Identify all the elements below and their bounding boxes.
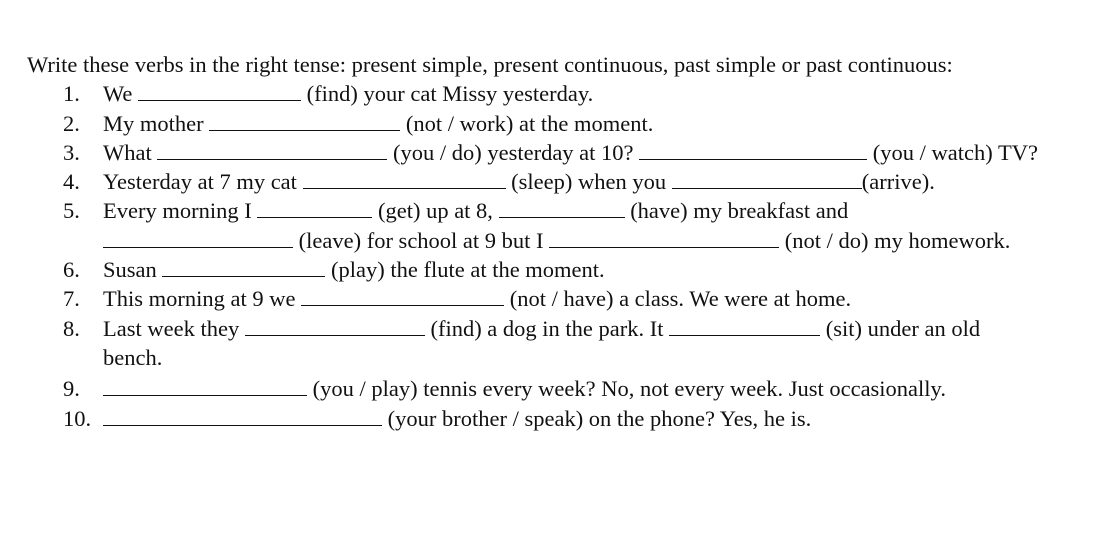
item-text: (have) my breakfast and: [630, 198, 849, 224]
answer-blank[interactable]: [157, 141, 388, 160]
list-item: 5. Every morning I (get) up at 8, (have)…: [27, 196, 1043, 255]
list-item: 6. Susan (play) the flute at the moment.: [27, 255, 1043, 284]
item-text: (you / do) yesterday at 10?: [392, 139, 634, 165]
answer-blank[interactable]: [209, 112, 401, 131]
item-text: We: [103, 81, 133, 107]
item-text: (play) the flute at the moment.: [331, 257, 605, 283]
list-item: 9. (you / play) tennis every week? No, n…: [27, 374, 1043, 403]
answer-blank[interactable]: [669, 317, 821, 336]
list-item: 10. (your brother / speak) on the phone?…: [27, 404, 1043, 433]
item-text: Susan: [103, 257, 157, 283]
answer-blank[interactable]: [103, 229, 293, 248]
answer-blank[interactable]: [549, 229, 780, 248]
answer-blank[interactable]: [257, 199, 373, 219]
answer-blank[interactable]: [244, 317, 425, 336]
item-number: 3.: [63, 139, 80, 165]
item-text: (find) your cat Missy yesterday.: [306, 81, 594, 107]
item-text: (you / watch) TV?: [872, 139, 1038, 165]
answer-blank[interactable]: [302, 170, 506, 190]
item-text: What: [103, 139, 152, 165]
list-item: 7. This morning at 9 we (not / have) a c…: [27, 284, 1043, 313]
item-number: 5.: [63, 198, 80, 224]
item-number: 1.: [63, 81, 80, 107]
list-item: 8. Last week they (find) a dog in the pa…: [27, 314, 1043, 373]
item-text: (you / play) tennis every week? No, not …: [312, 376, 946, 402]
item-text: (sleep) when you: [511, 169, 667, 195]
answer-blank[interactable]: [671, 170, 862, 190]
item-text: This morning at 9 we: [103, 286, 296, 312]
item-text: Yesterday at 7 my cat: [103, 169, 297, 195]
item-number: 2.: [63, 110, 80, 136]
item-text: Every morning I: [103, 198, 252, 224]
answer-blank[interactable]: [639, 141, 868, 160]
answer-blank[interactable]: [103, 407, 382, 426]
item-number: 6.: [63, 257, 80, 283]
item-text: (not / have) a class. We were at home.: [509, 286, 852, 312]
item-text: (your brother / speak) on the phone? Yes…: [387, 405, 812, 431]
item-text: (not / do) my homework.: [784, 227, 1011, 253]
item-number: 9.: [63, 376, 80, 402]
list-item: 1. We (find) your cat Missy yesterday.: [27, 79, 1043, 108]
instruction-text: Write these verbs in the right tense: pr…: [27, 52, 953, 77]
item-number: 4.: [63, 169, 80, 195]
item-text: (get) up at 8,: [377, 198, 493, 224]
item-text: (find) a dog in the park. It: [430, 315, 664, 341]
item-number: 7.: [63, 286, 80, 312]
item-text: (not / work) at the moment.: [405, 110, 654, 136]
answer-blank[interactable]: [138, 82, 302, 102]
item-text: (arrive).: [861, 169, 935, 195]
list-item: 3. What (you / do) yesterday at 10? (you…: [27, 138, 1043, 167]
list-item: 2. My mother (not / work) at the moment.: [27, 109, 1043, 138]
worksheet: Write these verbs in the right tense: pr…: [27, 50, 1087, 433]
item-number: 8.: [63, 315, 80, 341]
answer-blank[interactable]: [103, 377, 307, 397]
item-text: Last week they: [103, 315, 240, 341]
answer-blank[interactable]: [162, 258, 326, 278]
item-number: 10.: [63, 405, 92, 431]
exercise-list: 1. We (find) your cat Missy yesterday. 2…: [27, 79, 1087, 433]
list-item: 4. Yesterday at 7 my cat (sleep) when yo…: [27, 167, 1043, 196]
item-text: My mother: [103, 110, 204, 136]
item-text: (leave) for school at 9 but I: [298, 227, 544, 253]
answer-blank[interactable]: [498, 199, 625, 219]
answer-blank[interactable]: [301, 287, 505, 307]
